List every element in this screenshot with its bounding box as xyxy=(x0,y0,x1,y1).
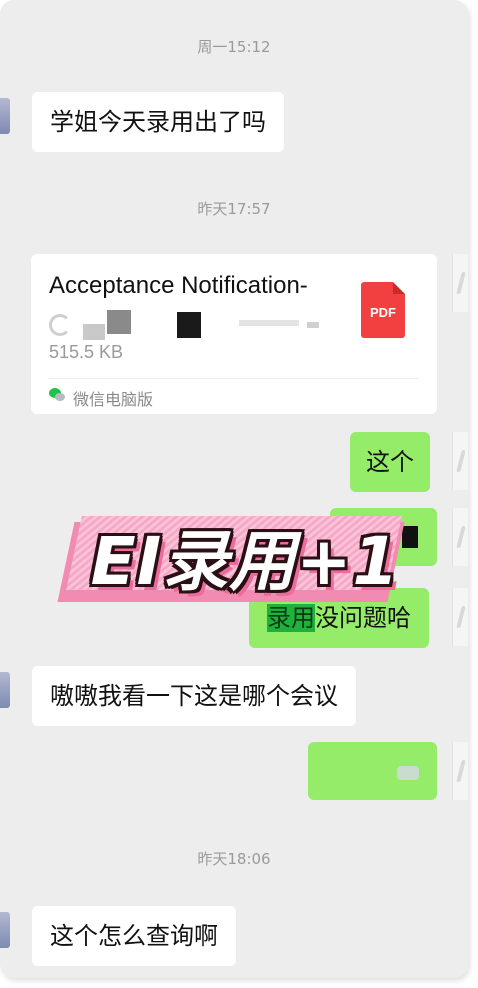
self-avatar[interactable] xyxy=(452,742,468,800)
message-text: 没问题哈 xyxy=(315,604,411,632)
message-bubble-incoming[interactable]: 嗷嗷我看一下这是哪个会议 xyxy=(32,666,356,726)
timestamp: 周一15:12 xyxy=(197,38,271,56)
redacted-filename xyxy=(49,310,349,340)
contact-avatar[interactable] xyxy=(0,672,10,708)
contact-avatar[interactable] xyxy=(0,98,10,134)
file-size: 515.5 KB xyxy=(49,342,124,362)
banner-text: EI录用+1 xyxy=(90,523,400,600)
file-name: Acceptance Notification- xyxy=(49,272,308,299)
file-message-card[interactable]: Acceptance Notification- 515.5 KB PDF 微信… xyxy=(31,254,437,414)
timestamp: 昨天17:57 xyxy=(197,200,271,218)
voice-message-bubble[interactable] xyxy=(308,742,437,800)
self-avatar[interactable] xyxy=(452,432,468,490)
timestamp: 昨天18:06 xyxy=(197,850,271,868)
message-bubble-outgoing[interactable]: 这个 xyxy=(350,432,430,492)
pdf-file-icon: PDF xyxy=(361,282,405,338)
self-avatar[interactable] xyxy=(452,254,468,312)
self-avatar[interactable] xyxy=(452,508,468,566)
message-text: 这个怎么查询啊 xyxy=(50,922,218,950)
voice-wave-icon xyxy=(397,766,419,780)
contact-avatar[interactable] xyxy=(0,912,10,948)
chat-window: 周一15:12 学姐今天录用出了吗 昨天17:57 Acceptance Not… xyxy=(0,0,468,978)
divider xyxy=(49,378,419,379)
wechat-icon xyxy=(49,388,67,402)
message-bubble-incoming[interactable]: 学姐今天录用出了吗 xyxy=(32,92,284,152)
message-bubble-incoming[interactable]: 这个怎么查询啊 xyxy=(32,906,236,966)
pdf-label: PDF xyxy=(370,305,396,320)
self-avatar[interactable] xyxy=(452,588,468,646)
file-source-label: 微信电脑版 xyxy=(73,390,154,409)
message-text: 嗷嗷我看一下这是哪个会议 xyxy=(50,682,338,710)
message-text: 学姐今天录用出了吗 xyxy=(50,108,266,136)
message-text: 这个 xyxy=(366,448,414,476)
highlighted-text: 录用 xyxy=(267,604,315,632)
overlay-banner: EI录用+1 xyxy=(57,516,405,604)
